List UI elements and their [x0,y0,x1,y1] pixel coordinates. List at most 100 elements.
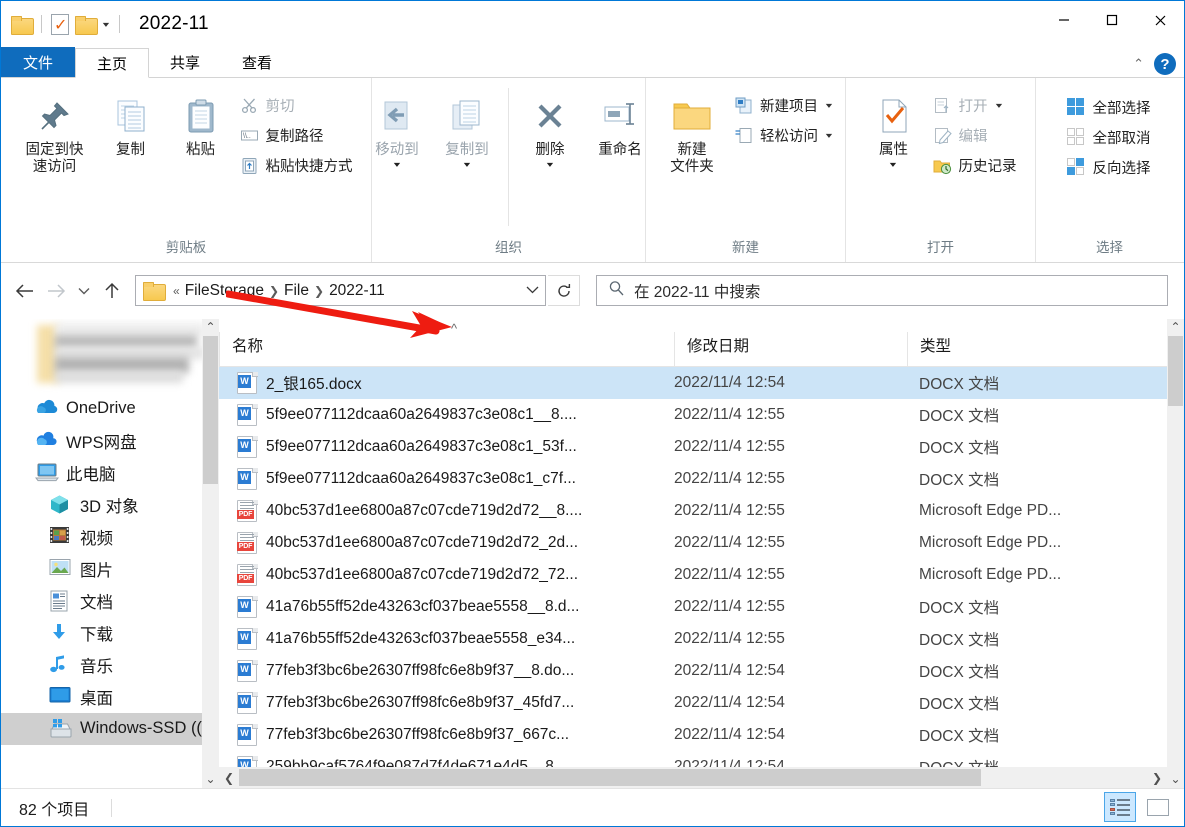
table-row[interactable]: W 77feb3f3bc6be26307ff98fc6e8b9f37_667c..… [219,719,1167,751]
column-header-name[interactable]: 名称 [219,331,674,366]
chevron-down-icon[interactable]: ▾ [464,160,470,169]
column-header-type[interactable]: 类型 [907,331,1167,366]
paste-button[interactable]: 粘贴 [166,86,236,236]
properties-button[interactable]: 属性 ▾ [859,86,929,236]
table-row[interactable]: W 41a76b55ff52de43263cf037beae5558__8.d..… [219,591,1167,623]
new-folder-quick-icon[interactable] [75,15,98,35]
select-none-button[interactable]: 全部取消 [1063,122,1157,152]
breadcrumb-item-2[interactable]: 2022-11 [329,282,385,300]
sidebar-item-music[interactable]: 音乐 [1,649,219,681]
search-input[interactable]: 在 2022-11 中搜索 [634,280,760,302]
sidebar-item-videos[interactable]: 视频 [1,521,219,553]
window-title: 2022-11 [139,13,209,34]
cut-button[interactable]: 剪切 [236,90,359,120]
chevron-down-icon[interactable]: ▾ [547,160,553,169]
file-type: Microsoft Edge PD... [919,533,1062,551]
breadcrumb-overflow[interactable]: « [170,284,183,298]
pin-to-quick-access-button[interactable]: 固定到快 速访问 [14,86,96,236]
table-row[interactable]: W 77feb3f3bc6be26307ff98fc6e8b9f37_45fd7.… [219,687,1167,719]
chevron-down-icon[interactable]: ▾ [890,160,896,169]
new-folder-button[interactable]: 新建 文件夹 [654,86,730,236]
table-row[interactable]: W 5f9ee077112dcaa60a2649837c3e08c1_53f...… [219,431,1167,463]
open-button[interactable]: 打开 ▾ [929,90,1023,120]
chevron-down-icon[interactable]: ▾ [103,20,109,29]
file-list-scrollbar[interactable]: ⌃ ⌄ [1167,318,1184,788]
table-row[interactable]: PDF 40bc537d1ee6800a87c07cde719d2d72__8..… [219,495,1167,527]
chevron-up-icon[interactable]: ⌃ [1133,56,1144,72]
chevron-down-icon[interactable]: ▾ [995,101,1001,110]
new-item-button[interactable]: 新建项目 ▾ [730,90,837,120]
chevron-down-icon[interactable] [522,285,539,297]
chevron-down-icon[interactable]: ▾ [826,101,832,110]
copy-icon [112,90,150,142]
tab-view[interactable]: 查看 [221,47,293,77]
breadcrumb-item-0[interactable]: FileStorage [185,282,264,300]
properties-check-icon[interactable]: ✓ [51,13,69,35]
sidebar-item-3d-objects[interactable]: 3D 对象 [1,489,219,521]
edit-button[interactable]: 编辑 [929,120,1023,150]
table-row[interactable]: W 77feb3f3bc6be26307ff98fc6e8b9f37__8.do.… [219,655,1167,687]
table-row[interactable]: PDF 40bc537d1ee6800a87c07cde719d2d72_72..… [219,559,1167,591]
chevron-right-icon[interactable]: ❯ [266,284,282,298]
sidebar-item-windows-ssd[interactable]: Windows-SSD (( [1,712,219,745]
back-button[interactable] [9,276,39,306]
breadcrumb-item-1[interactable]: File [284,282,309,300]
tab-file[interactable]: 文件 [1,47,76,77]
folder-icon[interactable] [11,15,34,35]
details-view-button[interactable] [1104,792,1136,822]
search-box[interactable]: 在 2022-11 中搜索 [596,275,1168,307]
scroll-down-icon[interactable]: ⌄ [1170,771,1180,788]
scroll-left-icon[interactable]: ❮ [219,771,239,785]
copy-path-button[interactable]: \\.. 复制路径 [236,120,359,150]
table-row[interactable]: W 5f9ee077112dcaa60a2649837c3e08c1_c7f...… [219,463,1167,495]
sidebar-item-downloads[interactable]: 下载 [1,617,219,649]
chevron-right-icon[interactable]: ❯ [311,284,327,298]
refresh-button[interactable] [548,275,580,307]
close-button[interactable] [1136,1,1184,39]
tab-home[interactable]: 主页 [75,48,150,78]
scrollbar-thumb[interactable] [1168,335,1183,406]
3d-objects-icon [49,494,71,516]
forward-button[interactable] [41,276,71,306]
scroll-up-icon[interactable]: ⌃ [205,319,215,336]
horizontal-scrollbar[interactable]: ❮ ❯ [219,767,1167,788]
address-bar[interactable]: « FileStorage ❯ File ❯ 2022-11 [135,275,546,307]
sidebar-item-onedrive[interactable]: OneDrive [1,393,219,425]
column-header-date[interactable]: 修改日期 [674,331,907,366]
minimize-button[interactable] [1040,1,1088,39]
move-to-button[interactable]: 移动到 ▾ [362,86,432,236]
easy-access-button[interactable]: 轻松访问 ▾ [730,120,837,150]
table-row[interactable]: W 259bb9caf5764f9e087d7f4de671e4d5__8....… [219,751,1167,767]
copy-button[interactable]: 复制 [96,86,166,236]
table-row[interactable]: W 41a76b55ff52de43263cf037beae5558_e34...… [219,623,1167,655]
copy-to-button[interactable]: 复制到 ▾ [432,86,502,236]
up-button[interactable] [97,276,127,306]
table-row[interactable]: W 2_银165.docx 2022/11/4 12:54 DOCX 文档 [219,366,1167,399]
large-icons-view-button[interactable] [1142,792,1174,822]
sidebar-item-this-pc[interactable]: 此电脑 [1,457,219,489]
scrollbar-thumb[interactable] [203,335,218,484]
table-row[interactable]: W 5f9ee077112dcaa60a2649837c3e08c1__8....… [219,399,1167,431]
navigation-pane-scrollbar[interactable]: ⌃ ⌄ [202,318,219,788]
sidebar-item-documents[interactable]: 文档 [1,585,219,617]
recent-locations-button[interactable] [73,276,95,306]
chevron-down-icon[interactable]: ▾ [394,160,400,169]
sidebar-item-desktop[interactable]: 桌面 [1,681,219,713]
scroll-up-icon[interactable]: ⌃ [1170,319,1180,336]
scroll-right-icon[interactable]: ❯ [1147,771,1167,785]
file-name: 40bc537d1ee6800a87c07cde719d2d72__8.... [266,501,583,519]
delete-button[interactable]: 删除 ▾ [515,86,585,236]
chevron-down-icon[interactable]: ▾ [826,131,832,140]
table-row[interactable]: PDF 40bc537d1ee6800a87c07cde719d2d72_2d..… [219,527,1167,559]
scrollbar-thumb[interactable] [239,769,981,786]
maximize-button[interactable] [1088,1,1136,39]
sidebar-item-wps-cloud[interactable]: WPS网盘 [1,425,219,457]
paste-shortcut-button[interactable]: 粘贴快捷方式 [236,150,359,180]
invert-selection-button[interactable]: 反向选择 [1063,152,1157,182]
sidebar-item-pictures[interactable]: 图片 [1,553,219,585]
select-all-button[interactable]: 全部选择 [1063,92,1157,122]
scroll-down-icon[interactable]: ⌄ [205,771,215,788]
history-button[interactable]: 历史记录 [929,150,1023,180]
help-icon[interactable]: ? [1154,53,1176,75]
tab-share[interactable]: 共享 [149,47,221,77]
